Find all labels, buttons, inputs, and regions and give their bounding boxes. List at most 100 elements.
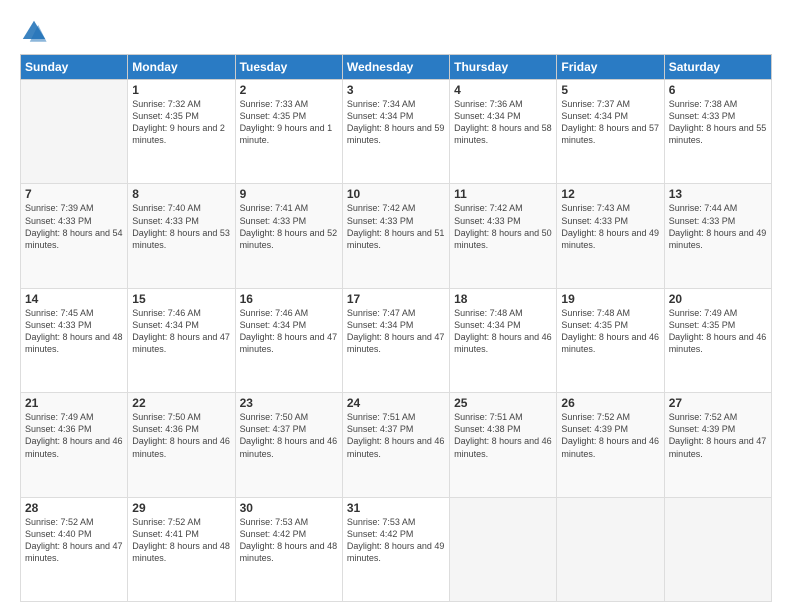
calendar-cell: 3 Sunrise: 7:34 AMSunset: 4:34 PMDaylight… — [342, 80, 449, 184]
calendar-table: SundayMondayTuesdayWednesdayThursdayFrid… — [20, 54, 772, 602]
logo — [20, 18, 52, 46]
day-number: 30 — [240, 501, 338, 515]
day-info: Sunrise: 7:49 AMSunset: 4:36 PMDaylight:… — [25, 412, 123, 458]
day-number: 22 — [132, 396, 230, 410]
calendar-cell — [664, 497, 771, 601]
calendar-cell: 19 Sunrise: 7:48 AMSunset: 4:35 PMDayligh… — [557, 288, 664, 392]
day-number: 1 — [132, 83, 230, 97]
calendar-cell: 6 Sunrise: 7:38 AMSunset: 4:33 PMDaylight… — [664, 80, 771, 184]
day-number: 27 — [669, 396, 767, 410]
day-number: 12 — [561, 187, 659, 201]
day-info: Sunrise: 7:50 AMSunset: 4:37 PMDaylight:… — [240, 412, 338, 458]
day-info: Sunrise: 7:43 AMSunset: 4:33 PMDaylight:… — [561, 203, 659, 249]
calendar-cell: 20 Sunrise: 7:49 AMSunset: 4:35 PMDayligh… — [664, 288, 771, 392]
calendar-cell: 23 Sunrise: 7:50 AMSunset: 4:37 PMDayligh… — [235, 393, 342, 497]
day-header-friday: Friday — [557, 55, 664, 80]
day-info: Sunrise: 7:39 AMSunset: 4:33 PMDaylight:… — [25, 203, 123, 249]
calendar-cell: 13 Sunrise: 7:44 AMSunset: 4:33 PMDayligh… — [664, 184, 771, 288]
day-info: Sunrise: 7:49 AMSunset: 4:35 PMDaylight:… — [669, 308, 767, 354]
day-number: 5 — [561, 83, 659, 97]
day-info: Sunrise: 7:40 AMSunset: 4:33 PMDaylight:… — [132, 203, 230, 249]
day-number: 25 — [454, 396, 552, 410]
calendar-cell: 12 Sunrise: 7:43 AMSunset: 4:33 PMDayligh… — [557, 184, 664, 288]
calendar-cell: 2 Sunrise: 7:33 AMSunset: 4:35 PMDaylight… — [235, 80, 342, 184]
day-info: Sunrise: 7:41 AMSunset: 4:33 PMDaylight:… — [240, 203, 338, 249]
day-number: 20 — [669, 292, 767, 306]
day-info: Sunrise: 7:53 AMSunset: 4:42 PMDaylight:… — [347, 517, 445, 563]
calendar-cell: 1Sunrise: 7:32 AMSunset: 4:35 PMDaylight… — [128, 80, 235, 184]
calendar-cell: 16 Sunrise: 7:46 AMSunset: 4:34 PMDayligh… — [235, 288, 342, 392]
day-number: 4 — [454, 83, 552, 97]
calendar-cell: 9 Sunrise: 7:41 AMSunset: 4:33 PMDaylight… — [235, 184, 342, 288]
calendar-cell: 27 Sunrise: 7:52 AMSunset: 4:39 PMDayligh… — [664, 393, 771, 497]
day-info: Sunrise: 7:33 AMSunset: 4:35 PMDaylight:… — [240, 99, 333, 145]
day-number: 10 — [347, 187, 445, 201]
day-header-wednesday: Wednesday — [342, 55, 449, 80]
calendar-cell: 4 Sunrise: 7:36 AMSunset: 4:34 PMDaylight… — [450, 80, 557, 184]
day-number: 13 — [669, 187, 767, 201]
day-number: 26 — [561, 396, 659, 410]
day-number: 9 — [240, 187, 338, 201]
day-info: Sunrise: 7:53 AMSunset: 4:42 PMDaylight:… — [240, 517, 338, 563]
day-info: Sunrise: 7:38 AMSunset: 4:33 PMDaylight:… — [669, 99, 767, 145]
day-number: 28 — [25, 501, 123, 515]
day-info: Sunrise: 7:52 AMSunset: 4:41 PMDaylight:… — [132, 517, 230, 563]
day-number: 14 — [25, 292, 123, 306]
day-number: 31 — [347, 501, 445, 515]
calendar-week-4: 21 Sunrise: 7:49 AMSunset: 4:36 PMDayligh… — [21, 393, 772, 497]
calendar-week-1: 1Sunrise: 7:32 AMSunset: 4:35 PMDaylight… — [21, 80, 772, 184]
day-number: 11 — [454, 187, 552, 201]
calendar-cell: 25 Sunrise: 7:51 AMSunset: 4:38 PMDayligh… — [450, 393, 557, 497]
header — [20, 18, 772, 46]
day-info: Sunrise: 7:46 AMSunset: 4:34 PMDaylight:… — [240, 308, 338, 354]
logo-icon — [20, 18, 48, 46]
calendar-cell: 5Sunrise: 7:37 AMSunset: 4:34 PMDaylight… — [557, 80, 664, 184]
day-number: 21 — [25, 396, 123, 410]
calendar-cell: 18 Sunrise: 7:48 AMSunset: 4:34 PMDayligh… — [450, 288, 557, 392]
calendar-cell: 15 Sunrise: 7:46 AMSunset: 4:34 PMDayligh… — [128, 288, 235, 392]
calendar-cell: 22Sunrise: 7:50 AMSunset: 4:36 PMDayligh… — [128, 393, 235, 497]
calendar-cell: 28 Sunrise: 7:52 AMSunset: 4:40 PMDayligh… — [21, 497, 128, 601]
calendar-cell: 26 Sunrise: 7:52 AMSunset: 4:39 PMDayligh… — [557, 393, 664, 497]
day-info: Sunrise: 7:42 AMSunset: 4:33 PMDaylight:… — [454, 203, 552, 249]
day-number: 15 — [132, 292, 230, 306]
calendar-week-5: 28 Sunrise: 7:52 AMSunset: 4:40 PMDayligh… — [21, 497, 772, 601]
day-number: 16 — [240, 292, 338, 306]
day-info: Sunrise: 7:48 AMSunset: 4:34 PMDaylight:… — [454, 308, 552, 354]
day-info: Sunrise: 7:51 AMSunset: 4:37 PMDaylight:… — [347, 412, 445, 458]
day-number: 18 — [454, 292, 552, 306]
day-number: 8 — [132, 187, 230, 201]
day-number: 2 — [240, 83, 338, 97]
calendar-cell: 8 Sunrise: 7:40 AMSunset: 4:33 PMDaylight… — [128, 184, 235, 288]
day-number: 24 — [347, 396, 445, 410]
calendar-cell — [450, 497, 557, 601]
day-info: Sunrise: 7:45 AMSunset: 4:33 PMDaylight:… — [25, 308, 123, 354]
calendar-cell: 31 Sunrise: 7:53 AMSunset: 4:42 PMDayligh… — [342, 497, 449, 601]
calendar-cell: 29Sunrise: 7:52 AMSunset: 4:41 PMDayligh… — [128, 497, 235, 601]
day-number: 6 — [669, 83, 767, 97]
calendar-cell: 17Sunrise: 7:47 AMSunset: 4:34 PMDayligh… — [342, 288, 449, 392]
day-number: 3 — [347, 83, 445, 97]
calendar-cell: 10Sunrise: 7:42 AMSunset: 4:33 PMDayligh… — [342, 184, 449, 288]
day-info: Sunrise: 7:36 AMSunset: 4:34 PMDaylight:… — [454, 99, 552, 145]
calendar-week-3: 14 Sunrise: 7:45 AMSunset: 4:33 PMDayligh… — [21, 288, 772, 392]
day-info: Sunrise: 7:52 AMSunset: 4:39 PMDaylight:… — [561, 412, 659, 458]
day-number: 17 — [347, 292, 445, 306]
day-info: Sunrise: 7:52 AMSunset: 4:40 PMDaylight:… — [25, 517, 123, 563]
day-info: Sunrise: 7:52 AMSunset: 4:39 PMDaylight:… — [669, 412, 767, 458]
day-info: Sunrise: 7:46 AMSunset: 4:34 PMDaylight:… — [132, 308, 230, 354]
calendar-cell: 11 Sunrise: 7:42 AMSunset: 4:33 PMDayligh… — [450, 184, 557, 288]
day-header-monday: Monday — [128, 55, 235, 80]
day-number: 19 — [561, 292, 659, 306]
day-info: Sunrise: 7:48 AMSunset: 4:35 PMDaylight:… — [561, 308, 659, 354]
page: SundayMondayTuesdayWednesdayThursdayFrid… — [0, 0, 792, 612]
day-info: Sunrise: 7:44 AMSunset: 4:33 PMDaylight:… — [669, 203, 767, 249]
day-number: 23 — [240, 396, 338, 410]
day-info: Sunrise: 7:51 AMSunset: 4:38 PMDaylight:… — [454, 412, 552, 458]
header-row: SundayMondayTuesdayWednesdayThursdayFrid… — [21, 55, 772, 80]
day-info: Sunrise: 7:34 AMSunset: 4:34 PMDaylight:… — [347, 99, 445, 145]
calendar-week-2: 7Sunrise: 7:39 AMSunset: 4:33 PMDaylight… — [21, 184, 772, 288]
calendar-body: 1Sunrise: 7:32 AMSunset: 4:35 PMDaylight… — [21, 80, 772, 602]
calendar-cell: 24 Sunrise: 7:51 AMSunset: 4:37 PMDayligh… — [342, 393, 449, 497]
day-header-sunday: Sunday — [21, 55, 128, 80]
